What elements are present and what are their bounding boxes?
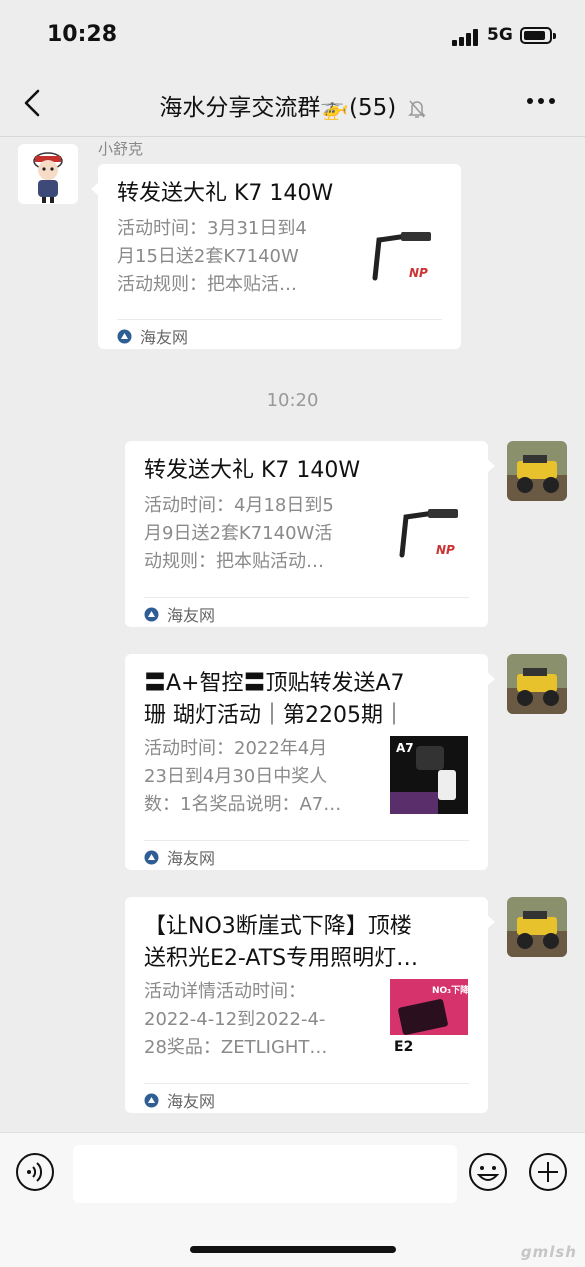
thumb-brand: NP [436, 543, 455, 557]
status-bar: 10:28 5G [0, 0, 585, 72]
chat-timestamp: 10:20 [266, 390, 319, 411]
thumb-label: E2 [394, 1039, 413, 1055]
signal-icon [452, 28, 482, 46]
avatar-self[interactable] [507, 441, 567, 501]
card-desc: 活动时间：4月18日到5 月9日送2套K7140W活 动规则：把本贴活动… [144, 495, 334, 572]
card-source: 海友网 [144, 845, 215, 869]
chat-title: 海水分享交流群🚁(55) [0, 88, 585, 122]
thumb-brand: NP [409, 266, 428, 280]
shared-link-card[interactable]: 〓A+智控〓顶贴转发送A7 珊 瑚灯活动｜第2205期｜ 活动时间：2022年4月… [125, 654, 495, 870]
chat-title-text: 海水分享交流群🚁(55) [159, 95, 397, 121]
message-input-bar: gmlsh [0, 1132, 585, 1267]
source-icon [117, 329, 132, 343]
card-desc: 活动时间：2022年4月 23日到4月30日中奖人 数：1名奖品说明：A7… [144, 738, 342, 815]
card-thumbnail: A7 [390, 736, 468, 814]
thumb-headline: NO₃下降 [432, 984, 468, 996]
source-icon [144, 1093, 159, 1107]
plus-icon[interactable] [528, 1152, 568, 1192]
shared-link-card[interactable]: 转发送大礼 K7 140W 活动时间：3月31日到4 月15日送2套K7140W 活… [91, 164, 461, 349]
home-indicator [190, 1246, 396, 1253]
card-desc: 活动时间：3月31日到4 月15日送2套K7140W 活动规则：把本贴活… [117, 218, 307, 295]
emoji-icon[interactable] [468, 1152, 508, 1192]
more-options-icon[interactable] [527, 98, 557, 106]
card-thumbnail: NO₃下降 E2 [390, 979, 468, 1057]
avatar-sender[interactable] [18, 144, 78, 204]
shared-link-card[interactable]: 【让NO3断崖式下降】顶楼 送积光E2-ATS专用照明灯… 活动详情活动时间： 20… [125, 897, 495, 1113]
chat-header: 海水分享交流群🚁(55) [0, 72, 585, 137]
card-thumbnail: NP [390, 499, 468, 577]
card-thumbnail: NP [363, 222, 441, 300]
card-source: 海友网 [144, 1088, 215, 1112]
card-title: 转发送大礼 K7 140W [144, 458, 361, 483]
shared-link-card[interactable]: 转发送大礼 K7 140W 活动时间：4月18日到5 月9日送2套K7140W活动… [125, 441, 495, 627]
voice-icon[interactable] [15, 1152, 55, 1192]
watermark: gmlsh [520, 1243, 577, 1261]
card-title: 〓A+智控〓顶贴转发送A7 珊 瑚灯活动｜第2205期｜ [144, 671, 405, 728]
thumb-label: A7 [396, 741, 414, 755]
card-source: 海友网 [144, 602, 215, 626]
source-icon [144, 607, 159, 621]
status-time: 10:28 [47, 22, 118, 47]
mute-bell-icon [407, 100, 426, 118]
card-title: 转发送大礼 K7 140W [117, 181, 334, 206]
card-desc: 活动详情活动时间： 2022-4-12到2022-4- 28奖品：ZETLIGHT… [144, 981, 328, 1058]
avatar-self[interactable] [507, 654, 567, 714]
avatar-self[interactable] [507, 897, 567, 957]
network-type: 5G [487, 25, 513, 45]
source-icon [144, 850, 159, 864]
sender-name: 小舒克 [98, 140, 144, 158]
battery-icon [520, 27, 556, 44]
card-title: 【让NO3断崖式下降】顶楼 送积光E2-ATS专用照明灯… [144, 914, 419, 971]
message-input[interactable] [73, 1145, 457, 1203]
card-source: 海友网 [117, 324, 188, 348]
